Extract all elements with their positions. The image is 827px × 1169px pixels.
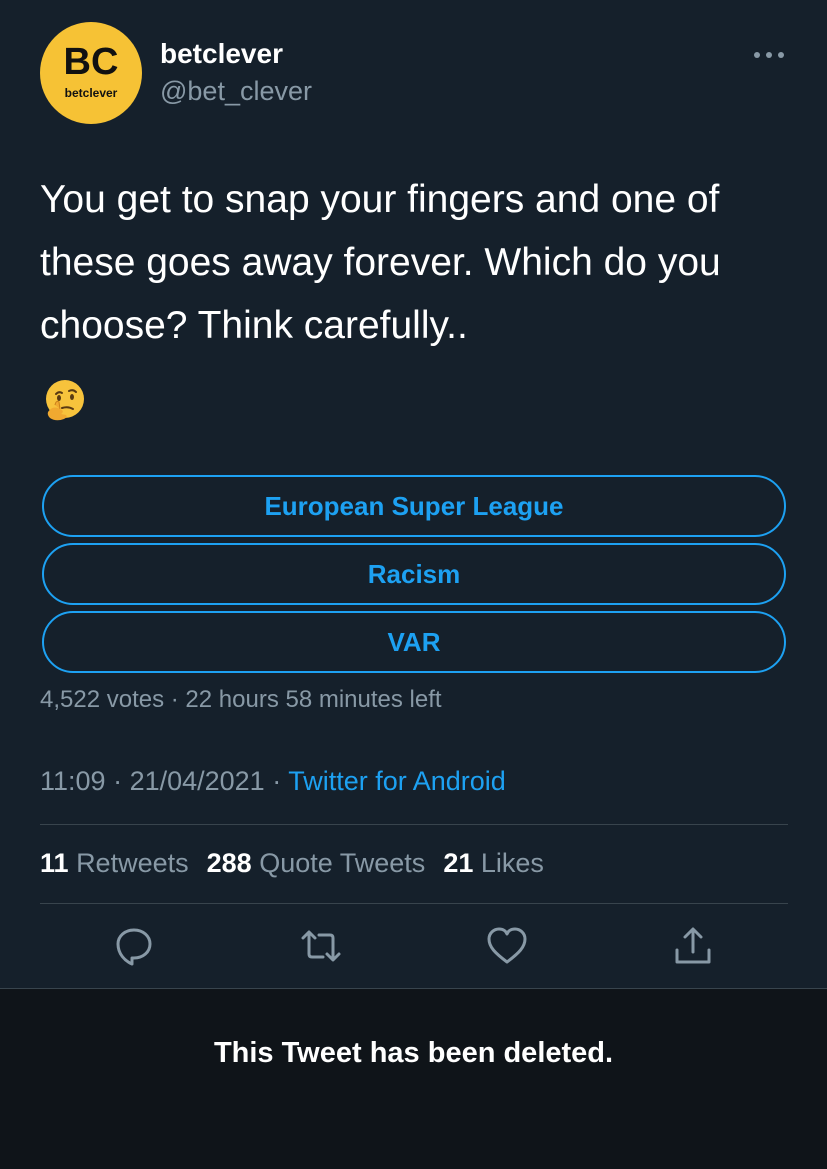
divider xyxy=(40,903,788,904)
quote-tweets-count: 288 xyxy=(206,848,252,878)
more-options-icon[interactable] xyxy=(752,48,786,62)
poll-option-label: Racism xyxy=(367,558,461,589)
tweet-text: You get to snap your fingers and one of … xyxy=(40,178,721,347)
poll-votes: 4,522 votes xyxy=(40,686,165,713)
thinking-face-emoji-icon xyxy=(46,380,84,421)
tweet-date[interactable]: 21/04/2021 xyxy=(130,766,265,796)
like-icon[interactable] xyxy=(485,924,529,968)
likes-count: 21 xyxy=(443,848,474,878)
deleted-tweet-banner: This Tweet has been deleted. xyxy=(0,988,827,1169)
retweets-stat[interactable]: 11 Retweets xyxy=(40,848,189,878)
poll-option-1[interactable]: European Super League xyxy=(42,475,786,537)
avatar-logo-wordmark: betclever xyxy=(64,86,118,100)
likes-label: Likes xyxy=(480,848,544,878)
poll-option-2[interactable]: Racism xyxy=(42,543,786,605)
display-name[interactable]: betclever xyxy=(160,38,283,70)
divider xyxy=(40,824,788,825)
poll-separator: · xyxy=(164,686,186,713)
avatar[interactable]: BC betclever xyxy=(40,22,142,124)
timestamp-separator: · xyxy=(264,766,289,796)
quote-tweets-label: Quote Tweets xyxy=(259,848,426,878)
tweet-time[interactable]: 11:09 xyxy=(40,766,106,796)
tweet-stats: 11 Retweets 288 Quote Tweets 21 Likes xyxy=(40,848,544,879)
retweets-label: Retweets xyxy=(76,848,189,878)
tweet-source-link[interactable]: Twitter for Android xyxy=(288,766,506,796)
timestamp-separator: · xyxy=(105,766,130,796)
poll-option-3[interactable]: VAR xyxy=(42,611,786,673)
poll-time-left: 22 hours 58 minutes left xyxy=(185,686,442,713)
retweets-count: 11 xyxy=(40,848,69,878)
avatar-logo-letters: BC xyxy=(63,41,119,83)
poll-option-label: VAR xyxy=(387,626,441,657)
reply-icon[interactable] xyxy=(112,924,156,968)
likes-stat[interactable]: 21 Likes xyxy=(443,848,544,878)
quote-tweets-stat[interactable]: 288 Quote Tweets xyxy=(207,848,426,878)
deleted-tweet-message: This Tweet has been deleted. xyxy=(213,1037,614,1069)
retweet-icon[interactable] xyxy=(299,924,343,968)
poll-option-label: European Super League xyxy=(264,490,564,521)
share-icon[interactable] xyxy=(671,924,715,968)
tweet-timestamp: 11:09 · 21/04/2021 · Twitter for Android xyxy=(40,766,506,797)
tweet-detail-page: BC betclever betclever @bet_clever You g… xyxy=(0,0,827,1169)
user-handle[interactable]: @bet_clever xyxy=(160,76,312,107)
poll-meta: 4,522 votes · 22 hours 58 minutes left xyxy=(40,686,442,714)
